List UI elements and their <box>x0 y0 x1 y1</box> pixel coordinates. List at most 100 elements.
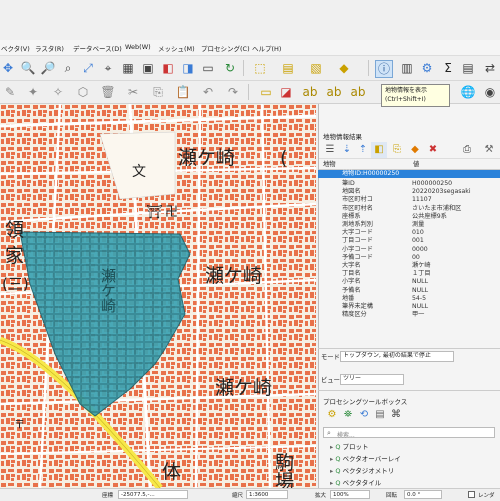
menu-database[interactable]: データベース(D) <box>73 43 122 53</box>
tree-item-plot[interactable]: ▸ Q プロット <box>330 441 369 451</box>
menu-mesh[interactable]: メッシュ(M) <box>158 43 195 53</box>
map-label-seto1-paren: ( <box>280 147 287 169</box>
panel-title: 地物情報結果 <box>323 133 362 141</box>
copy-feature-icon[interactable]: ⎘ <box>150 84 166 100</box>
label-icon[interactable]: ▭ <box>258 84 274 100</box>
zoom-native-icon[interactable]: ▣ <box>140 60 156 76</box>
copy-icon[interactable]: ⎘ <box>389 142 405 158</box>
table-row[interactable]: 小字コード 0000 <box>318 246 500 254</box>
zoom-rubberband-icon[interactable]: ⌕ <box>60 60 76 76</box>
tree-item-vector-overlay[interactable]: ▸ Q ベクタオーバーレイ <box>330 453 401 463</box>
tree-item-vector-tile[interactable]: ▸ Q ベクタタイル <box>330 477 381 487</box>
table-row[interactable]: 市区町村コ 11107 <box>318 196 500 204</box>
plugin-icon[interactable]: ◉ <box>482 84 498 100</box>
menu-help[interactable]: ヘルプ(H) <box>252 43 281 53</box>
toolbox-results-icon[interactable]: ▤ <box>372 407 388 423</box>
attribute-table-icon[interactable]: ▥ <box>399 60 415 76</box>
settings-wrench-icon[interactable]: ⚒ <box>481 142 497 158</box>
panel-toolbar: ☰ ⇣ ⇡ ◧ ⎘ ◆ ✖ ⎙ ⚒ <box>319 142 500 159</box>
select-location-icon[interactable]: ◆ <box>336 60 352 76</box>
view-select[interactable]: ツリー <box>340 374 404 385</box>
redo-icon[interactable]: ↷ <box>225 84 241 100</box>
table-row[interactable]: 測地系判別 測量 <box>318 221 500 229</box>
expand-all-icon[interactable]: ⇣ <box>339 142 355 158</box>
zoom-in-icon[interactable]: 🔍 <box>20 60 36 76</box>
view-row: ビュー ツリー <box>318 372 500 386</box>
tree-row-feature[interactable]: 地物ID:H00000250 <box>318 170 500 179</box>
toolbox-history-icon[interactable]: ⟲ <box>356 407 372 423</box>
select-icon[interactable]: ◧ <box>371 142 387 158</box>
toolbox-python-icon[interactable]: ⌘ <box>388 407 404 423</box>
table-row[interactable]: 大字コード 010 <box>318 229 500 237</box>
table-row[interactable]: 予備コード 00 <box>318 254 500 262</box>
menu-web[interactable]: Web(W) <box>125 43 151 51</box>
select-by-value-icon[interactable]: ▤ <box>280 60 296 76</box>
status-bar: 座標 -25077.5,-... 縮尺 1:3600 拡大 100% 回転 0.… <box>0 488 500 501</box>
collapse-all-icon[interactable]: ⇡ <box>355 142 371 158</box>
toolbox-model-icon[interactable]: ⛯ <box>340 407 356 423</box>
delete-feature-icon[interactable]: 🗑 <box>100 84 116 100</box>
table-row[interactable]: 大字名 瀬ケ崎 <box>318 262 500 270</box>
map-canvas[interactable]: 瀬ケ崎 ( 瀬ケ崎 瀬ケ崎 領 家 (三) 瀬ケ崎 駒 場 体 文 ⛩ 卍 〒 <box>0 104 316 488</box>
deselect-icon[interactable]: ▧ <box>308 60 324 76</box>
table-row[interactable]: 小字名 NULL <box>318 278 500 286</box>
table-row[interactable]: 筆界未定構 NULL <box>318 303 500 311</box>
scale-label: 縮尺 <box>232 493 244 499</box>
add-feature-icon[interactable]: ✧ <box>50 84 66 100</box>
table-row[interactable]: 筆ID H000000250 <box>318 180 500 188</box>
toolbox-search[interactable]: ⌕ 検索... <box>323 427 495 439</box>
zoom-next-icon[interactable]: ◨ <box>180 60 196 76</box>
new-map-view-icon[interactable]: ▭ <box>200 60 216 76</box>
tree-item-vector-geometry[interactable]: ▸ Q ベクタジオメトリ <box>330 465 394 475</box>
print-icon[interactable]: ⎙ <box>459 142 475 158</box>
pan-icon[interactable]: ✥ <box>0 60 16 76</box>
table-row[interactable]: 丁目コード 001 <box>318 237 500 245</box>
table-row[interactable]: 市区町村名 さいたま市浦和区 <box>318 205 500 213</box>
magnifier-field[interactable]: 100% <box>330 490 370 499</box>
magnifier-label: 拡大 <box>315 493 327 499</box>
cut-feature-icon[interactable]: ✂ <box>125 84 141 100</box>
scale-field[interactable]: 1:3600 <box>246 490 288 499</box>
label-pin-icon[interactable]: ◪ <box>278 84 294 100</box>
measure-icon[interactable]: ⇄ <box>482 60 498 76</box>
toolbox-title: プロセシングツールボックス <box>323 398 408 406</box>
highlight-icon[interactable]: ◆ <box>407 142 423 158</box>
render-checkbox[interactable] <box>468 491 475 498</box>
paste-feature-icon[interactable]: 📋 <box>175 84 191 100</box>
expand-icon[interactable]: ☰ <box>322 142 338 158</box>
menu-processing[interactable]: プロセシング(C) <box>201 43 250 53</box>
zoom-last-icon[interactable]: ◧ <box>160 60 176 76</box>
rotation-field[interactable]: 0.0 ° <box>404 490 442 499</box>
save-edits-icon[interactable]: ✦ <box>25 84 41 100</box>
select-features-icon[interactable]: ⬚ <box>252 60 268 76</box>
settings-gear-icon[interactable]: ⚙ <box>419 60 435 76</box>
statistics-sigma-icon[interactable]: Σ <box>440 60 456 76</box>
vertex-tool-icon[interactable]: ⬡ <box>75 84 91 100</box>
refresh-icon[interactable]: ↻ <box>222 60 238 76</box>
zoom-full-icon[interactable]: ⤢ <box>80 60 96 76</box>
toolbox-settings-icon[interactable]: ⚙ <box>324 407 340 423</box>
map-label-ryo: 領 <box>5 219 24 241</box>
globe-icon[interactable]: 🌐 <box>460 84 476 100</box>
menu-raster[interactable]: ラスタ(R) <box>35 43 64 53</box>
menu-vector[interactable]: ベクタ(V) <box>1 43 30 53</box>
table-row[interactable]: 地番 54-5 <box>318 295 500 303</box>
table-row[interactable]: 予備名 NULL <box>318 287 500 295</box>
table-row[interactable]: 座標系 公共座標9系 <box>318 213 500 221</box>
mode-select[interactable]: トップダウン, 最初の結果で停止 <box>340 351 454 362</box>
zoom-out-icon[interactable]: 🔎 <box>40 60 56 76</box>
undo-icon[interactable]: ↶ <box>200 84 216 100</box>
label-change-icon[interactable]: ab <box>350 84 366 100</box>
coordinate-field[interactable]: -25077.5,-... <box>118 490 188 499</box>
clear-results-icon[interactable]: ✖ <box>425 142 441 158</box>
map-svg: 瀬ケ崎 ( 瀬ケ崎 瀬ケ崎 領 家 (三) 瀬ケ崎 駒 場 体 文 ⛩ 卍 〒 <box>0 104 316 488</box>
table-row[interactable]: 精度区分 甲一 <box>318 311 500 319</box>
label-rotate-icon[interactable]: ab <box>326 84 342 100</box>
identify-features-icon[interactable]: ⓘ <box>375 60 393 78</box>
zoom-layer-icon[interactable]: ▦ <box>120 60 136 76</box>
zoom-selection-icon[interactable]: ⌖ <box>100 60 116 76</box>
label-move-icon[interactable]: ab <box>302 84 318 100</box>
map-label-seto2: 瀬ケ崎 <box>205 265 262 287</box>
field-calculator-icon[interactable]: ▤ <box>460 60 476 76</box>
edit-pencil-icon[interactable]: ✎ <box>2 84 18 100</box>
